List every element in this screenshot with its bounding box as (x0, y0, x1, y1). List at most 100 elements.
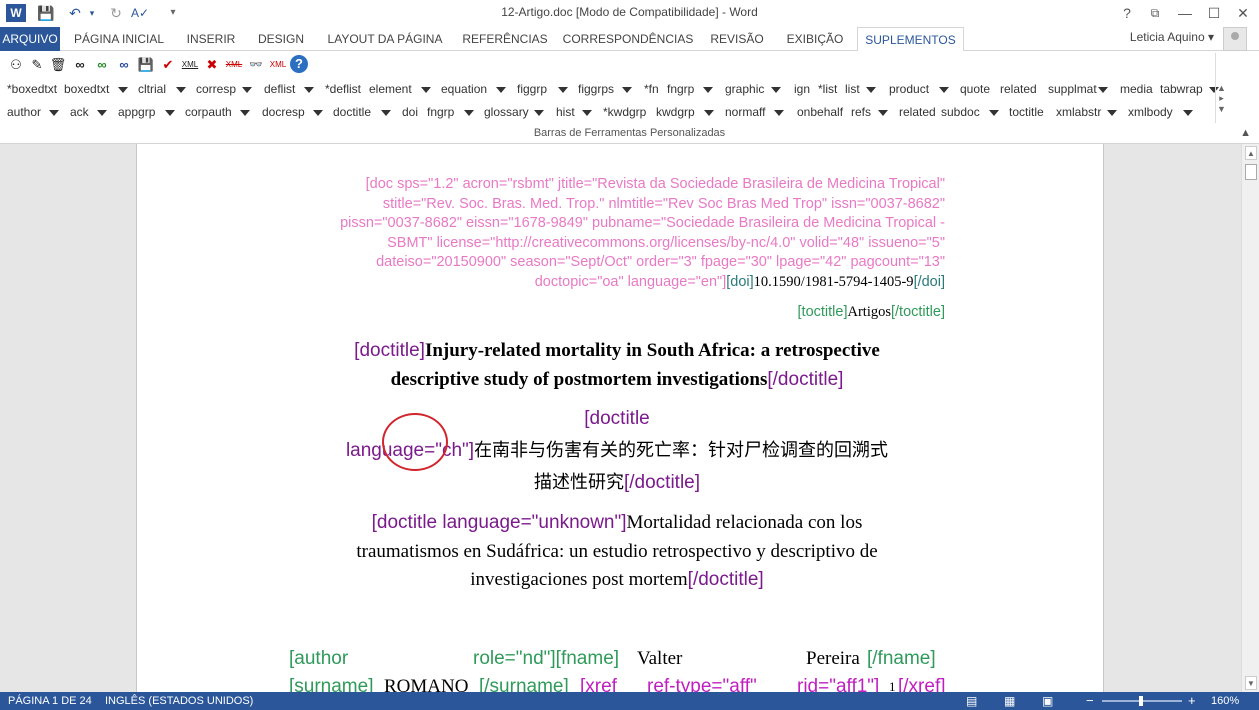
toolbar-item[interactable]: author (7, 102, 41, 122)
xml-strike-icon[interactable]: XML (224, 55, 244, 75)
toolbar-scroll[interactable]: ▲ ▸ ▼ (1215, 53, 1227, 123)
dropdown-arrow-icon[interactable] (582, 110, 592, 116)
floppy-icon[interactable]: 💾 (136, 55, 156, 75)
document-area[interactable]: [doc sps="1.2" acron="rsbmt" jtitle="Rev… (0, 144, 1241, 692)
tab-suplementos[interactable]: SUPLEMENTOS (857, 27, 964, 52)
user-name[interactable]: Leticia Aquino ▾ (1130, 30, 1214, 44)
scroll-thumb[interactable] (1245, 164, 1257, 180)
dropdown-arrow-icon[interactable] (464, 110, 474, 116)
tab-revisao[interactable]: REVISÃO (704, 27, 770, 51)
dropdown-arrow-icon[interactable] (496, 87, 506, 93)
dropdown-arrow-icon[interactable] (176, 87, 186, 93)
minimize-button[interactable]: — (1170, 2, 1200, 24)
dropdown-arrow-icon[interactable] (242, 87, 252, 93)
dropdown-arrow-icon[interactable] (771, 87, 781, 93)
scroll-down-icon[interactable]: ▼ (1245, 676, 1257, 690)
xml-icon[interactable]: XML (180, 55, 200, 75)
zoom-slider-thumb[interactable] (1139, 696, 1143, 706)
ribbon-display-button[interactable]: ⧉ (1140, 2, 1170, 24)
dropdown-arrow-icon[interactable] (774, 110, 784, 116)
toolbar-item[interactable]: element (369, 79, 412, 99)
toolbar-item[interactable]: graphic (725, 79, 764, 99)
toolbar-item[interactable]: fngrp (667, 79, 694, 99)
toolbar-item[interactable]: related (1000, 79, 1037, 99)
toolbar-item[interactable]: xmlabstr (1056, 102, 1101, 122)
xml-grid-icon[interactable]: XML (268, 55, 288, 75)
dropdown-arrow-icon[interactable] (1098, 87, 1108, 93)
page-count[interactable]: PÁGINA 1 DE 24 (8, 692, 92, 710)
toolbar-item[interactable]: related (899, 102, 936, 122)
toolbar-item[interactable]: ign (794, 79, 810, 99)
toolbar-item[interactable]: *boxedtxt (7, 79, 57, 99)
glasses-green-icon[interactable]: ∞ (92, 55, 112, 75)
tab-exibicao[interactable]: EXIBIÇÃO (778, 27, 852, 51)
dropdown-arrow-icon[interactable] (1107, 110, 1117, 116)
dropdown-arrow-icon[interactable] (622, 87, 632, 93)
collapse-ribbon-icon[interactable]: ▲ (1240, 127, 1251, 139)
toolbar-item[interactable]: xmlbody (1128, 102, 1173, 122)
print-layout-icon[interactable]: ▦ (1004, 692, 1015, 710)
dropdown-arrow-icon[interactable] (165, 110, 175, 116)
glasses-icon[interactable]: ∞ (70, 55, 90, 75)
avatar[interactable] (1223, 27, 1247, 51)
tab-layout[interactable]: LAYOUT DA PÁGINA (320, 27, 450, 51)
toolbar-item[interactable]: *kwdgrp (603, 102, 646, 122)
dropdown-arrow-icon[interactable] (558, 87, 568, 93)
language-status[interactable]: INGLÊS (ESTADOS UNIDOS) (105, 692, 253, 710)
toolbar-item[interactable]: figgrps (578, 79, 614, 99)
person-icon[interactable]: ⚇ (6, 55, 26, 75)
trash-icon[interactable]: 🗑 (48, 55, 68, 75)
toolbar-item[interactable]: equation (441, 79, 487, 99)
toolbar-item[interactable]: doi (402, 102, 418, 122)
dropdown-arrow-icon[interactable] (989, 110, 999, 116)
toolbar-item[interactable]: refs (851, 102, 871, 122)
tab-arquivo[interactable]: ARQUIVO (0, 27, 60, 51)
toolbar-item[interactable]: onbehalf (797, 102, 843, 122)
zoom-out-button[interactable]: − (1086, 692, 1094, 710)
toolbar-item[interactable]: *list (818, 79, 837, 99)
tab-correspondencias[interactable]: CORRESPONDÊNCIAS (560, 27, 696, 51)
toolbar-item[interactable]: boxedtxt (64, 79, 109, 99)
toolbar-item[interactable]: figgrp (517, 79, 547, 99)
tab-design[interactable]: DESIGN (250, 27, 312, 51)
toolbar-item[interactable]: *deflist (325, 79, 361, 99)
dropdown-arrow-icon[interactable] (49, 110, 59, 116)
vertical-scrollbar[interactable]: ▲ ▼ (1241, 144, 1259, 692)
toolbar-item[interactable]: corresp (196, 79, 236, 99)
dropdown-arrow-icon[interactable] (704, 110, 714, 116)
web-layout-icon[interactable]: ▣ (1042, 692, 1053, 710)
dropdown-arrow-icon[interactable] (1183, 110, 1193, 116)
toolbar-item[interactable]: doctitle (333, 102, 371, 122)
toolbar-item[interactable]: docresp (262, 102, 305, 122)
dropdown-arrow-icon[interactable] (381, 110, 391, 116)
dropdown-arrow-icon[interactable] (534, 110, 544, 116)
x-icon[interactable]: ✖ (202, 55, 222, 75)
dropdown-arrow-icon[interactable] (939, 87, 949, 93)
view-icon[interactable]: 👓 (246, 55, 266, 75)
help-button[interactable]: ? (1112, 2, 1142, 24)
read-mode-icon[interactable]: ▤ (966, 692, 977, 710)
toolbar-item[interactable]: corpauth (185, 102, 232, 122)
toolbar-item[interactable]: list (845, 79, 860, 99)
toolbar-item[interactable]: deflist (264, 79, 295, 99)
toolbar-item[interactable]: tabwrap (1160, 79, 1203, 99)
toolbar-item[interactable]: fngrp (427, 102, 454, 122)
toolbar-item[interactable]: ack (70, 102, 89, 122)
toolbar-item[interactable]: appgrp (118, 102, 155, 122)
toolbar-item[interactable]: hist (556, 102, 575, 122)
close-button[interactable]: ✕ (1228, 2, 1258, 24)
dropdown-arrow-icon[interactable] (304, 87, 314, 93)
toolbar-item[interactable]: quote (960, 79, 990, 99)
dropdown-arrow-icon[interactable] (118, 87, 128, 93)
tab-pagina-inicial[interactable]: PÁGINA INICIAL (66, 27, 172, 51)
document-page[interactable]: [doc sps="1.2" acron="rsbmt" jtitle="Rev… (136, 144, 1104, 692)
toolbar-item[interactable]: toctitle (1009, 102, 1044, 122)
toolbar-item[interactable]: product (889, 79, 929, 99)
toolbar-item[interactable]: media (1120, 79, 1153, 99)
toolbar-item[interactable]: cltrial (138, 79, 166, 99)
toolbar-item[interactable]: glossary (484, 102, 529, 122)
scroll-up-icon[interactable]: ▲ (1245, 146, 1257, 160)
dropdown-arrow-icon[interactable] (421, 87, 431, 93)
dropdown-arrow-icon[interactable] (703, 87, 713, 93)
dropdown-arrow-icon[interactable] (313, 110, 323, 116)
